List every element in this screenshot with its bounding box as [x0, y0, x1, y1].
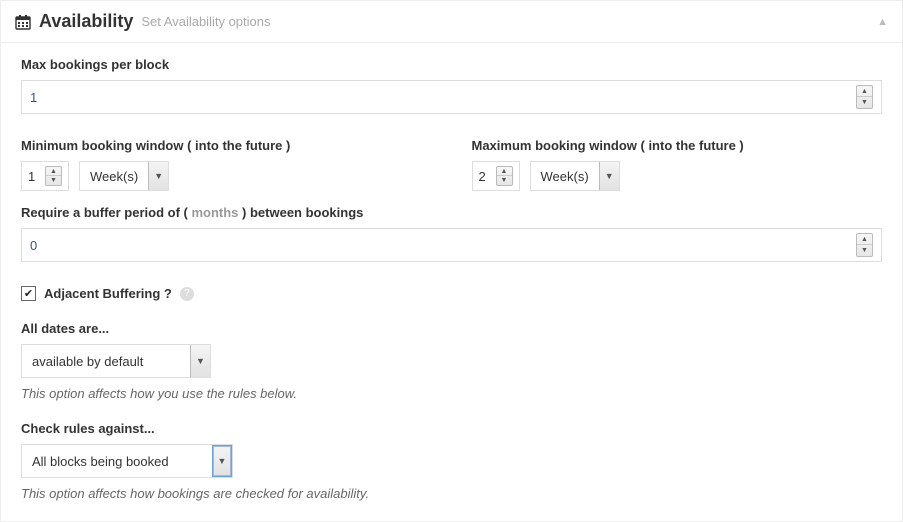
- chevron-down-icon[interactable]: ▼: [148, 162, 168, 190]
- adjacent-buffering-label: Adjacent Buffering ?: [44, 286, 172, 301]
- max-window-unit-select[interactable]: Week(s) ▼: [530, 161, 620, 191]
- check-rules-label: Check rules against...: [21, 421, 882, 436]
- min-window-unit-select[interactable]: Week(s) ▼: [79, 161, 169, 191]
- chevron-down-icon[interactable]: ▼: [599, 162, 619, 190]
- panel-body: Max bookings per block 1 ▲▼ Minimum book…: [1, 43, 902, 521]
- check-rules-value: All blocks being booked: [22, 454, 212, 469]
- spinner-icon[interactable]: ▲▼: [856, 233, 873, 257]
- all-dates-value: available by default: [22, 354, 190, 369]
- availability-panel: Availability Set Availability options ▲ …: [0, 0, 903, 522]
- all-dates-label: All dates are...: [21, 321, 882, 336]
- max-bookings-value: 1: [30, 90, 37, 105]
- panel-subtitle: Set Availability options: [141, 14, 270, 29]
- spinner-icon[interactable]: ▲▼: [45, 166, 62, 186]
- min-window-value-input[interactable]: 1 ▲▼: [21, 161, 69, 191]
- max-window-value: 2: [479, 169, 486, 184]
- buffer-value: 0: [30, 238, 37, 253]
- max-window-value-input[interactable]: 2 ▲▼: [472, 161, 520, 191]
- max-window-label: Maximum booking window ( into the future…: [472, 138, 883, 153]
- min-window-value: 1: [28, 169, 35, 184]
- max-window-unit: Week(s): [531, 169, 599, 184]
- chevron-down-icon[interactable]: ▼: [190, 345, 210, 377]
- adjacent-buffering-checkbox[interactable]: ✔: [21, 286, 36, 301]
- calendar-icon: [15, 14, 31, 30]
- max-bookings-label: Max bookings per block: [21, 57, 882, 72]
- min-window-label: Minimum booking window ( into the future…: [21, 138, 432, 153]
- collapse-toggle[interactable]: ▲: [877, 16, 888, 28]
- spinner-icon[interactable]: ▲▼: [856, 85, 873, 109]
- buffer-label: Require a buffer period of ( months ) be…: [21, 205, 882, 220]
- panel-title: Availability: [39, 11, 133, 32]
- spinner-icon[interactable]: ▲▼: [496, 166, 513, 186]
- all-dates-select[interactable]: available by default ▼: [21, 344, 211, 378]
- max-bookings-input[interactable]: 1 ▲▼: [21, 80, 882, 114]
- chevron-down-icon[interactable]: ▼: [212, 445, 232, 477]
- buffer-input[interactable]: 0 ▲▼: [21, 228, 882, 262]
- panel-header[interactable]: Availability Set Availability options ▲: [1, 1, 902, 43]
- min-window-unit: Week(s): [80, 169, 148, 184]
- check-rules-help: This option affects how bookings are che…: [21, 486, 882, 501]
- check-rules-select[interactable]: All blocks being booked ▼: [21, 444, 233, 478]
- all-dates-help: This option affects how you use the rule…: [21, 386, 882, 401]
- help-icon[interactable]: ?: [180, 287, 194, 301]
